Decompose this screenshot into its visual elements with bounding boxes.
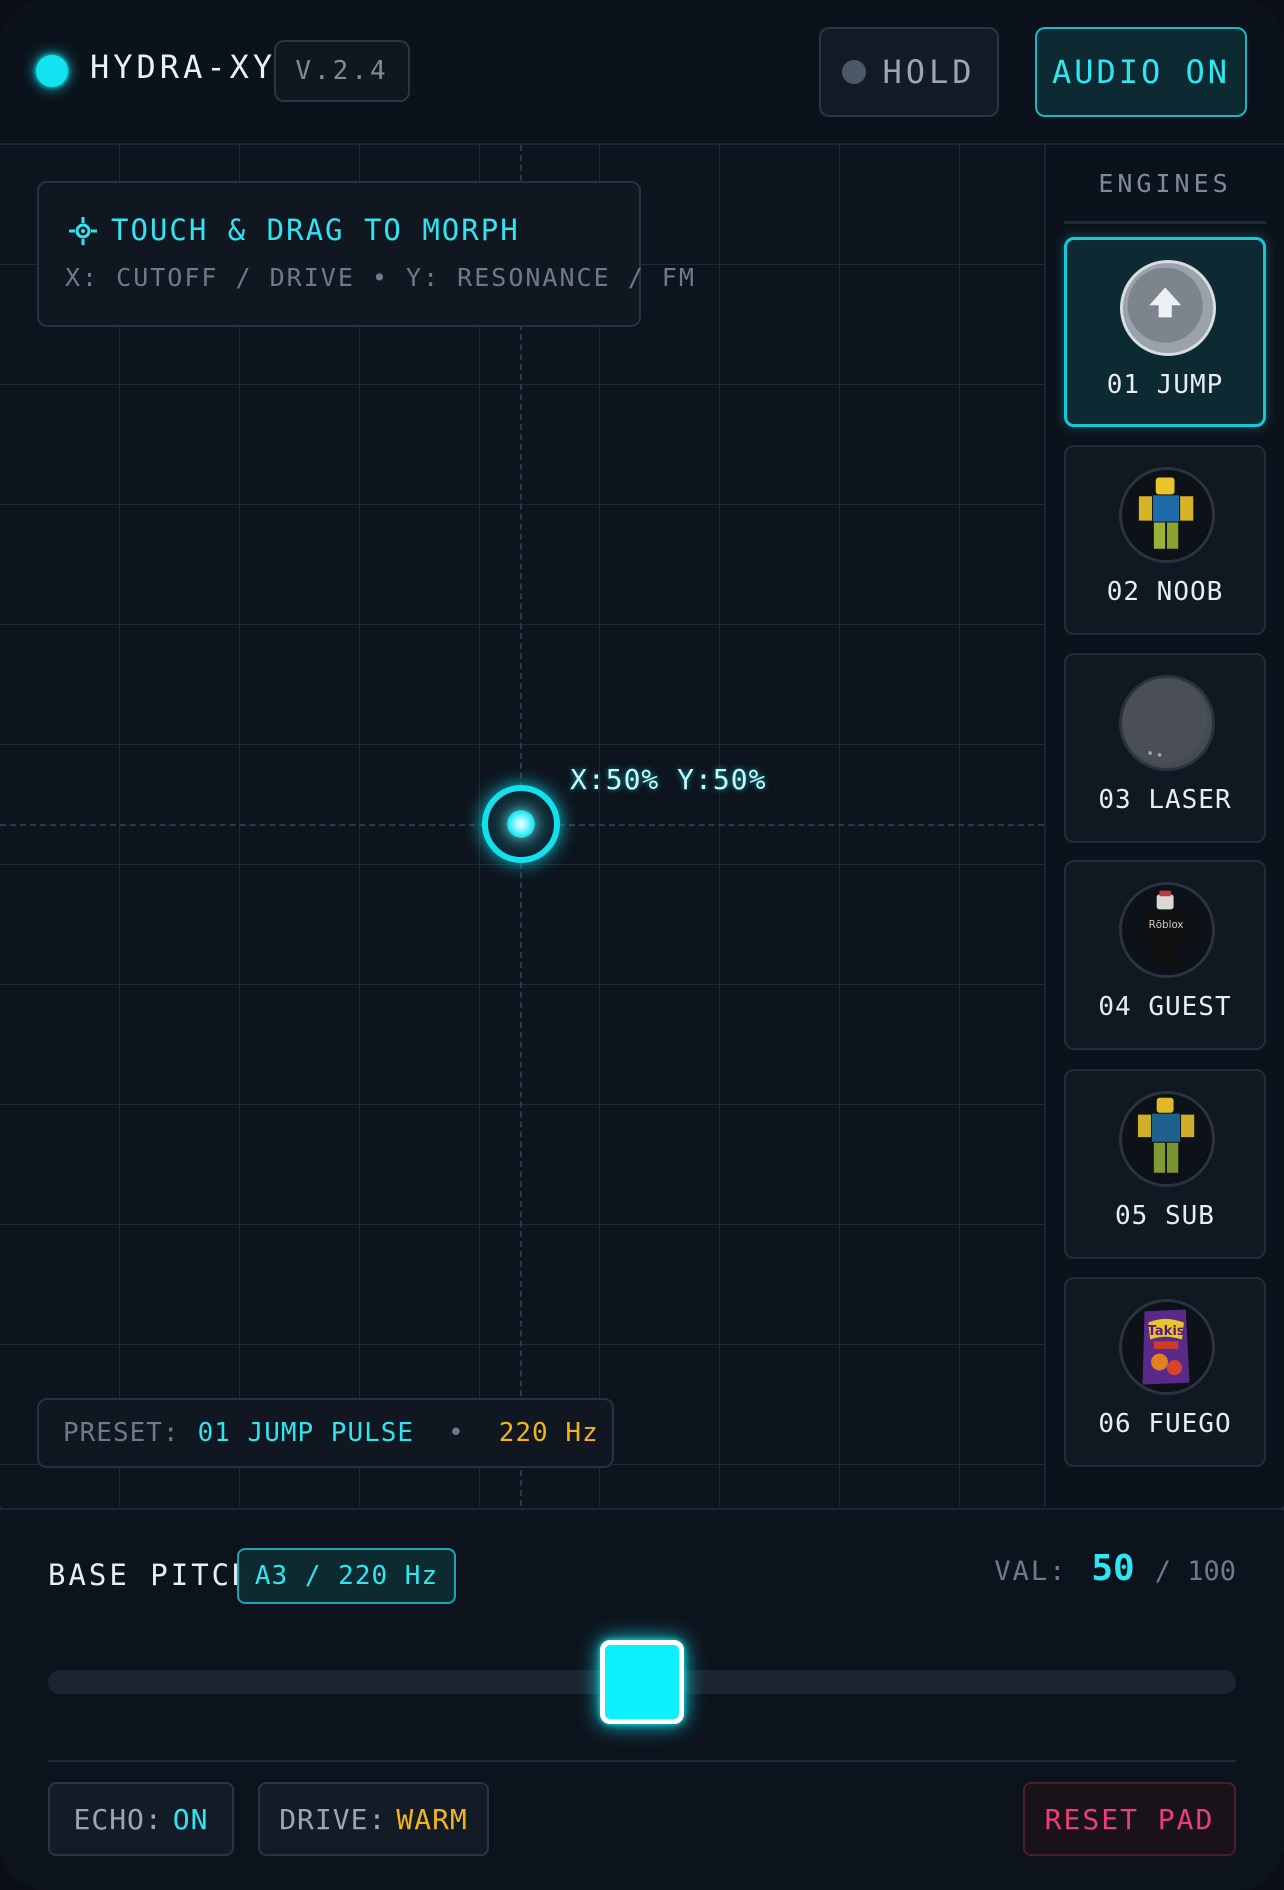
- hold-label: HOLD: [882, 53, 976, 91]
- instructions-title: TOUCH & DRAG TO MORPH: [111, 213, 520, 247]
- instructions-panel: TOUCH & DRAG TO MORPH X: CUTOFF / DRIVE …: [37, 181, 694, 327]
- status-indicator: [36, 55, 68, 87]
- svg-text:Takis: Takis: [1148, 1324, 1185, 1339]
- drive-toggle-button[interactable]: DRIVE: WARM: [258, 1782, 489, 1856]
- preset-frequency: 220 Hz: [498, 1418, 599, 1448]
- guest-avatar-icon: Rōblox: [1119, 882, 1215, 978]
- echo-toggle-button[interactable]: ECHO: ON: [48, 1782, 234, 1856]
- xy-cursor-handle[interactable]: [482, 785, 560, 863]
- version-badge: V.2.4: [274, 40, 410, 102]
- engine-label: 01 JUMP: [1106, 370, 1224, 400]
- coordinate-readout: X:50% Y:50%: [570, 763, 767, 796]
- engine-item-jump[interactable]: 01 JUMP: [1064, 237, 1266, 427]
- engine-label: 03 LASER: [1098, 785, 1232, 815]
- arrow-up-icon: [1120, 260, 1216, 356]
- value-max: / 100: [1154, 1556, 1236, 1587]
- pitch-value-badge: A3 / 220 Hz: [237, 1548, 456, 1604]
- engine-item-laser[interactable]: 03 LASER: [1064, 653, 1266, 843]
- echo-key: ECHO:: [73, 1802, 163, 1836]
- engines-sidebar: ENGINES 01 JUMP 02 NOOB 03 LASER Rōblox …: [1046, 145, 1284, 1506]
- engine-label: 04 GUEST: [1098, 992, 1232, 1022]
- engines-title: ENGINES: [1098, 169, 1232, 198]
- sub-avatar-icon: [1119, 1091, 1215, 1187]
- preset-separator: •: [448, 1418, 465, 1448]
- cursor-core: [507, 810, 535, 838]
- engine-label: 05 SUB: [1115, 1201, 1215, 1231]
- value-readout: VAL: 50 / 100: [994, 1548, 1236, 1589]
- axis-mapping-text: X: CUTOFF / DRIVE • Y: RESONANCE / FM: [65, 263, 696, 292]
- engine-label: 02 NOOB: [1106, 577, 1224, 607]
- engines-divider: [1064, 221, 1266, 224]
- laser-avatar-icon: [1119, 675, 1215, 771]
- audio-toggle-button[interactable]: AUDIO ON: [1035, 27, 1247, 117]
- controls-divider: [48, 1760, 1236, 1762]
- value-label: VAL:: [994, 1556, 1068, 1587]
- xy-pad[interactable]: TOUCH & DRAG TO MORPH X: CUTOFF / DRIVE …: [0, 145, 1046, 1506]
- engine-item-sub[interactable]: 05 SUB: [1064, 1069, 1266, 1259]
- svg-text:Rōblox: Rōblox: [1149, 919, 1184, 931]
- crosshair-icon: [69, 217, 97, 245]
- controls-panel: BASE PITCH A3 / 220 Hz VAL: 50 / 100 ECH…: [0, 1508, 1284, 1890]
- value-number: 50: [1091, 1548, 1135, 1589]
- base-pitch-label: BASE PITCH: [48, 1558, 253, 1592]
- takis-bag-icon: Takis: [1119, 1299, 1215, 1395]
- app-frame: HYDRA-XY V.2.4 HOLD AUDIO ON TOUCH & DRA…: [0, 0, 1284, 1890]
- preset-info: PRESET: 01 JUMP PULSE • 220 Hz: [37, 1398, 614, 1468]
- hold-indicator-icon: [842, 60, 867, 84]
- engine-item-fuego[interactable]: Takis 06 FUEGO: [1064, 1277, 1266, 1467]
- engine-item-guest[interactable]: Rōblox 04 GUEST: [1064, 860, 1266, 1050]
- hold-button[interactable]: HOLD: [819, 27, 999, 117]
- preset-label: PRESET:: [63, 1418, 180, 1448]
- engine-item-noob[interactable]: 02 NOOB: [1064, 445, 1266, 635]
- echo-value: ON: [172, 1802, 209, 1836]
- preset-name: 01 JUMP PULSE: [197, 1418, 415, 1448]
- drive-value: WARM: [396, 1802, 468, 1836]
- pitch-slider-thumb[interactable]: [600, 1640, 684, 1724]
- engine-label: 06 FUEGO: [1098, 1409, 1232, 1439]
- drive-key: DRIVE:: [279, 1802, 387, 1836]
- header: HYDRA-XY V.2.4 HOLD AUDIO ON: [0, 0, 1284, 145]
- reset-pad-button[interactable]: RESET PAD: [1023, 1782, 1236, 1856]
- app-title: HYDRA-XY: [90, 48, 277, 86]
- noob-avatar-icon: [1119, 467, 1215, 563]
